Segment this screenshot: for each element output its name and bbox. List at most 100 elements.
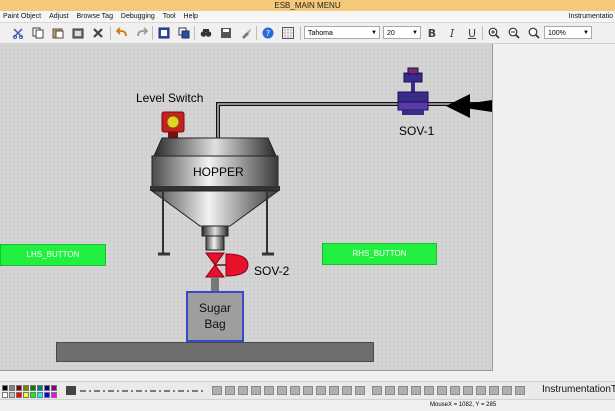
- delete-icon[interactable]: [90, 25, 106, 41]
- hopper-label: HOPPER: [193, 165, 244, 179]
- color-swatch[interactable]: [23, 385, 29, 391]
- fill-pattern[interactable]: [502, 386, 512, 395]
- conveyor-belt[interactable]: [56, 342, 374, 362]
- level-switch-label: Level Switch: [136, 91, 204, 105]
- process-diagram: [150, 67, 492, 291]
- lhs-button-label: LHS_BUTTON: [26, 250, 80, 259]
- app-title-right: Instrumentatio: [568, 13, 613, 20]
- underline-icon[interactable]: U: [464, 25, 480, 41]
- rhs-button-label: RHS_BUTTON: [352, 249, 407, 258]
- color-swatch[interactable]: [44, 385, 50, 391]
- status-bar: MouseX = 1082, Y = 285: [0, 399, 615, 411]
- menu-debugging[interactable]: Debugging: [118, 11, 158, 22]
- color-swatch[interactable]: [9, 392, 15, 398]
- fill-pattern[interactable]: [238, 386, 248, 395]
- color-swatch[interactable]: [44, 392, 50, 398]
- back-icon[interactable]: [176, 25, 192, 41]
- color-swatch[interactable]: [30, 385, 36, 391]
- fill-pattern[interactable]: [437, 386, 447, 395]
- menu-adjust[interactable]: Adjust: [46, 11, 71, 22]
- fill-pattern[interactable]: [316, 386, 326, 395]
- sugar-bag-line2: Bag: [204, 317, 226, 331]
- fill-pattern[interactable]: [251, 386, 261, 395]
- fill-pattern[interactable]: [476, 386, 486, 395]
- fill-pattern[interactable]: [489, 386, 499, 395]
- paint-icon[interactable]: [238, 25, 254, 41]
- svg-text:?: ?: [266, 29, 270, 38]
- color-swatch[interactable]: [30, 392, 36, 398]
- brand-text: InstrumentationT: [542, 384, 615, 395]
- italic-icon[interactable]: I: [444, 25, 460, 41]
- cut-icon[interactable]: [10, 25, 26, 41]
- color-swatch[interactable]: [16, 392, 22, 398]
- line-style-picker[interactable]: [66, 386, 206, 396]
- menu-help[interactable]: Help: [181, 11, 201, 22]
- chevron-down-icon: ▼: [583, 30, 589, 36]
- fill-pattern[interactable]: [385, 386, 395, 395]
- menu-paint-object[interactable]: Paint Object: [0, 11, 44, 22]
- zoom-fit-icon[interactable]: [526, 25, 542, 41]
- color-swatch[interactable]: [51, 385, 57, 391]
- fill-pattern[interactable]: [264, 386, 274, 395]
- save-icon[interactable]: [218, 25, 234, 41]
- color-swatch[interactable]: [16, 385, 22, 391]
- fill-pattern[interactable]: [355, 386, 365, 395]
- zoom-select[interactable]: 100% ▼: [544, 26, 592, 39]
- find-icon[interactable]: [198, 25, 214, 41]
- fill-pattern[interactable]: [424, 386, 434, 395]
- color-swatch[interactable]: [2, 385, 8, 391]
- sov2-label: SOV-2: [254, 264, 290, 278]
- fill-pattern[interactable]: [290, 386, 300, 395]
- undo-icon[interactable]: [114, 25, 130, 41]
- paste-icon[interactable]: [50, 25, 66, 41]
- rhs-button[interactable]: RHS_BUTTON: [322, 243, 437, 265]
- fill-pattern[interactable]: [411, 386, 421, 395]
- color-swatch[interactable]: [51, 392, 57, 398]
- front-icon[interactable]: [156, 25, 172, 41]
- fill-pattern[interactable]: [372, 386, 382, 395]
- toolbar-separator: [482, 26, 483, 40]
- grid-icon[interactable]: [280, 25, 296, 41]
- menu-tool[interactable]: Tool: [160, 11, 179, 22]
- fill-pattern[interactable]: [450, 386, 460, 395]
- menu-browse-tag[interactable]: Browse Tag: [74, 11, 116, 22]
- fill-pattern[interactable]: [515, 386, 525, 395]
- chevron-down-icon: ▼: [412, 30, 418, 36]
- bold-icon[interactable]: B: [424, 25, 440, 41]
- fill-pattern[interactable]: [463, 386, 473, 395]
- drawing-canvas[interactable]: Level Switch SOV-1 HOPPER SOV-2 LHS_BUTT…: [0, 44, 493, 371]
- fill-pattern[interactable]: [225, 386, 235, 395]
- color-swatch[interactable]: [9, 385, 15, 391]
- font-size-select[interactable]: 20 ▼: [383, 26, 421, 39]
- redo-icon[interactable]: [134, 25, 150, 41]
- fill-pattern[interactable]: [329, 386, 339, 395]
- window-title-bar: ESB_MAIN MENU: [0, 0, 615, 11]
- window-title: ESB_MAIN MENU: [274, 1, 341, 10]
- fill-pattern[interactable]: [303, 386, 313, 395]
- lhs-button[interactable]: LHS_BUTTON: [0, 244, 106, 266]
- toolbar: ? Tahoma ▼ 20 ▼ B I U 100% ▼: [0, 23, 615, 44]
- sugar-bag-line1: Sugar: [198, 301, 232, 315]
- zoom-out-icon[interactable]: [506, 25, 522, 41]
- outlet-pipe: [211, 277, 219, 291]
- sov2-valve-icon[interactable]: [205, 252, 249, 278]
- help-icon[interactable]: ?: [260, 25, 276, 41]
- font-size-value: 20: [387, 30, 395, 37]
- hopper-tank[interactable]: [150, 137, 280, 256]
- fill-pattern[interactable]: [342, 386, 352, 395]
- sov1-valve-icon[interactable]: [397, 67, 429, 115]
- color-swatch[interactable]: [37, 392, 43, 398]
- fill-pattern[interactable]: [277, 386, 287, 395]
- fill-pattern[interactable]: [398, 386, 408, 395]
- zoom-value: 100%: [548, 30, 566, 37]
- copy-icon[interactable]: [30, 25, 46, 41]
- color-swatch[interactable]: [37, 385, 43, 391]
- sugar-bag[interactable]: Sugar Bag: [186, 291, 244, 342]
- color-swatch[interactable]: [2, 392, 8, 398]
- color-swatch[interactable]: [23, 392, 29, 398]
- paste-special-icon[interactable]: [70, 25, 86, 41]
- fill-pattern[interactable]: [212, 386, 222, 395]
- zoom-in-icon[interactable]: [486, 25, 502, 41]
- font-family-select[interactable]: Tahoma ▼: [304, 26, 380, 39]
- process-pipe: [216, 102, 490, 138]
